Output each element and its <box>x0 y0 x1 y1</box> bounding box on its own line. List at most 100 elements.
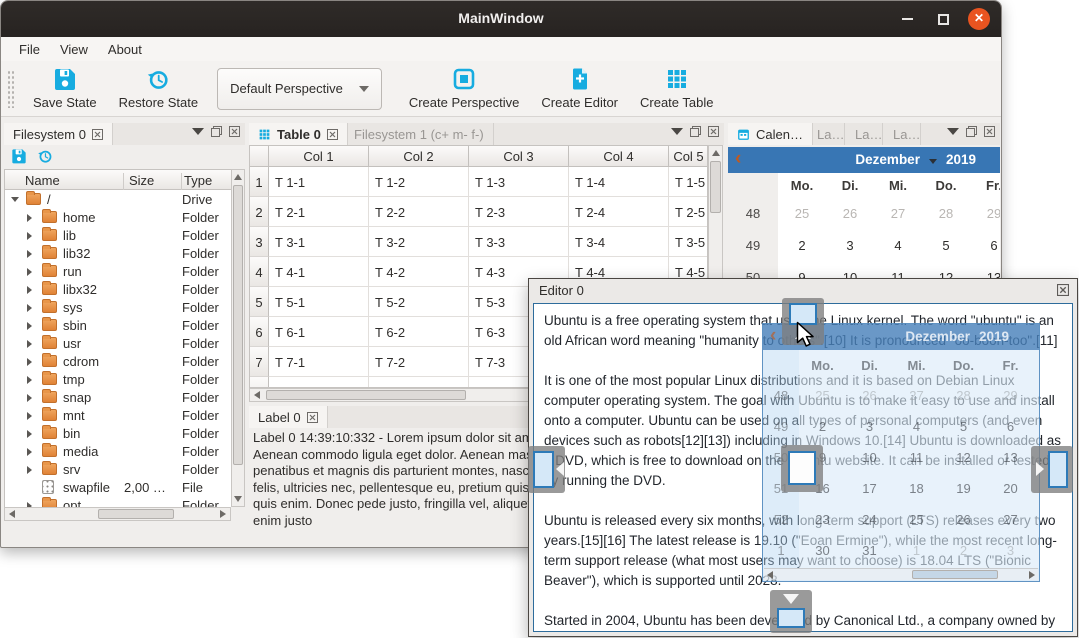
collapse-icon[interactable] <box>11 197 19 202</box>
tab-label-0[interactable]: Label 0 <box>249 406 328 428</box>
create-perspective-button[interactable]: Create Perspective <box>398 64 531 113</box>
row-header[interactable]: 5 <box>250 287 269 317</box>
restore-state-button[interactable]: Restore State <box>108 64 210 113</box>
panel-menu-icon[interactable] <box>947 128 959 135</box>
tree-row[interactable]: lib32Folder <box>5 244 231 262</box>
minimize-button[interactable] <box>902 18 913 20</box>
column-divider[interactable] <box>181 173 182 190</box>
table-cell[interactable]: T 3-5 <box>669 227 708 257</box>
drop-indicator-center[interactable] <box>781 445 823 492</box>
table-cell[interactable]: T 3-2 <box>369 227 469 257</box>
menu-item-about[interactable]: About <box>98 39 152 60</box>
scroll-right-icon[interactable] <box>220 510 226 518</box>
table-cell[interactable]: T 8-1 <box>269 377 369 388</box>
scroll-thumb[interactable] <box>710 161 721 213</box>
tree-row[interactable]: tmpFolder <box>5 370 231 388</box>
table-cell[interactable]: T 2-4 <box>569 197 669 227</box>
scroll-thumb[interactable] <box>233 185 243 465</box>
tree-hscrollbar[interactable] <box>4 507 231 521</box>
expand-icon[interactable] <box>27 322 32 330</box>
calendar-day[interactable]: 6 <box>970 238 1000 253</box>
panel-float-icon[interactable] <box>966 126 977 137</box>
panel-menu-icon[interactable] <box>192 128 204 135</box>
column-header[interactable]: Col 1 <box>269 146 369 167</box>
expand-icon[interactable] <box>27 394 32 402</box>
panel-float-icon[interactable] <box>211 126 222 137</box>
month-dropdown-icon[interactable] <box>929 159 937 164</box>
tree-row[interactable]: binFolder <box>5 424 231 442</box>
table-cell[interactable]: T 3-4 <box>569 227 669 257</box>
calendar-day[interactable]: 29 <box>970 206 1000 221</box>
table-cell[interactable]: T 7-2 <box>369 347 469 377</box>
expand-icon[interactable] <box>27 376 32 384</box>
expand-icon[interactable] <box>27 448 32 456</box>
tree-row[interactable]: snapFolder <box>5 388 231 406</box>
calendar-day[interactable]: 4 <box>874 238 922 253</box>
tree-row[interactable]: sysFolder <box>5 298 231 316</box>
calendar-day[interactable]: 5 <box>922 238 970 253</box>
table-cell[interactable]: T 4-2 <box>369 257 469 287</box>
toolbar-grip[interactable] <box>7 70 14 108</box>
column-header-size[interactable]: Size <box>129 173 154 188</box>
table-cell[interactable]: T 6-2 <box>369 317 469 347</box>
tab-inactive[interactable]: La… <box>884 123 921 145</box>
table-cell[interactable]: T 1-4 <box>569 167 669 197</box>
calendar-day[interactable]: 25 <box>778 206 826 221</box>
table-cell[interactable]: T 7-1 <box>269 347 369 377</box>
scroll-left-icon[interactable] <box>9 510 15 518</box>
column-header[interactable]: Col 4 <box>569 146 669 167</box>
tab-table-0[interactable]: Table 0 <box>249 123 348 145</box>
close-button[interactable]: ✕ <box>968 8 990 30</box>
row-header[interactable]: 4 <box>250 257 269 287</box>
calendar-day[interactable]: 3 <box>826 238 874 253</box>
panel-float-icon[interactable] <box>690 126 701 137</box>
panel-close-icon[interactable] <box>708 126 719 137</box>
table-cell[interactable]: T 2-1 <box>269 197 369 227</box>
expand-icon[interactable] <box>27 304 32 312</box>
tree-row[interactable]: libx32Folder <box>5 280 231 298</box>
drop-indicator-right[interactable] <box>1031 446 1073 493</box>
tree-row[interactable]: mediaFolder <box>5 442 231 460</box>
tab-close-icon[interactable] <box>307 412 318 423</box>
table-cell[interactable]: T 2-2 <box>369 197 469 227</box>
menu-item-view[interactable]: View <box>50 39 98 60</box>
tree-row[interactable]: usrFolder <box>5 334 231 352</box>
expand-icon[interactable] <box>27 214 32 222</box>
create-table-button[interactable]: Create Table <box>629 64 724 113</box>
prev-month-icon[interactable]: ‹ <box>735 148 741 170</box>
table-cell[interactable]: T 1-2 <box>369 167 469 197</box>
scroll-left-icon[interactable] <box>254 391 260 399</box>
row-header[interactable]: 3 <box>250 227 269 257</box>
drop-indicator-left[interactable] <box>528 446 565 493</box>
calendar-day[interactable]: 2 <box>778 238 826 253</box>
tree-row[interactable]: libFolder <box>5 226 231 244</box>
table-cell[interactable]: T 2-5 <box>669 197 708 227</box>
create-editor-button[interactable]: Create Editor <box>530 64 629 113</box>
column-header-name[interactable]: Name <box>25 173 60 188</box>
table-cell[interactable]: T 8-2 <box>369 377 469 388</box>
tab-inactive[interactable]: La… <box>846 123 883 145</box>
expand-icon[interactable] <box>27 232 32 240</box>
month-selector[interactable]: Dezember <box>855 152 920 167</box>
tree-row[interactable]: homeFolder <box>5 208 231 226</box>
tree-row[interactable]: runFolder <box>5 262 231 280</box>
tree-row[interactable]: mntFolder <box>5 406 231 424</box>
drop-indicator-bottom[interactable] <box>770 590 812 633</box>
perspective-select[interactable]: Default Perspective <box>217 68 382 110</box>
table-cell[interactable]: T 3-1 <box>269 227 369 257</box>
expand-icon[interactable] <box>27 250 32 258</box>
tree-row[interactable]: /Drive <box>5 190 231 208</box>
table-cell[interactable]: T 1-1 <box>269 167 369 197</box>
tree-row[interactable]: swapfile2,00 …File <box>5 478 231 496</box>
scroll-thumb[interactable] <box>266 390 466 400</box>
tree-vscrollbar[interactable] <box>231 169 245 507</box>
tab-close-icon[interactable] <box>92 129 103 140</box>
table-cell[interactable]: T 5-2 <box>369 287 469 317</box>
panel-close-icon[interactable] <box>984 126 995 137</box>
row-header[interactable]: 1 <box>250 167 269 197</box>
editor-close-icon[interactable] <box>1057 284 1069 296</box>
tree-row[interactable]: srvFolder <box>5 460 231 478</box>
expand-icon[interactable] <box>27 358 32 366</box>
year-selector[interactable]: 2019 <box>946 152 976 167</box>
tree-row[interactable]: cdromFolder <box>5 352 231 370</box>
